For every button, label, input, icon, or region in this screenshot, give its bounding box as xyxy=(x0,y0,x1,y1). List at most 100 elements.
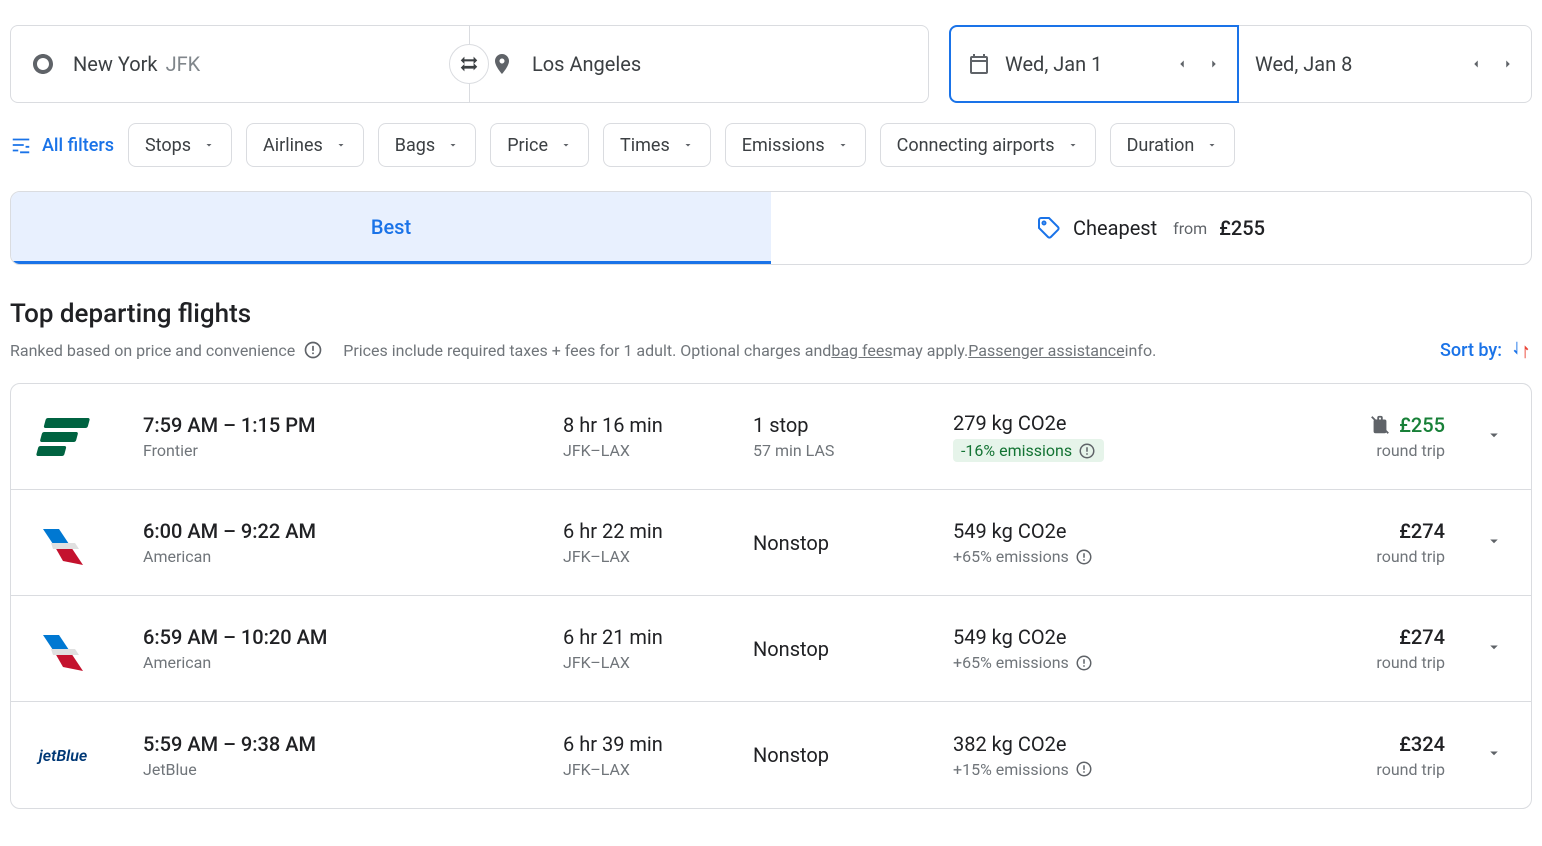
expand-button[interactable] xyxy=(1485,426,1503,448)
chevron-down-icon xyxy=(203,139,215,151)
emissions-delta: +65% emissions xyxy=(953,653,1093,672)
chevron-down-icon xyxy=(682,139,694,151)
flight-price: £274 xyxy=(1285,625,1445,649)
tab-cheapest[interactable]: Cheapest from £255 xyxy=(771,192,1531,264)
trip-type: round trip xyxy=(1285,760,1445,779)
filter-chip-label: Connecting airports xyxy=(897,135,1055,156)
expand-button[interactable] xyxy=(1485,744,1503,766)
chevron-down-icon xyxy=(560,139,572,151)
filter-chip-bags[interactable]: Bags xyxy=(378,123,476,167)
filter-chip-times[interactable]: Times xyxy=(603,123,711,167)
info-icon[interactable] xyxy=(1075,760,1093,778)
flight-row[interactable]: 7:59 AM – 1:15 PMFrontier8 hr 16 minJFK–… xyxy=(11,384,1531,490)
chevron-down-icon xyxy=(447,139,459,151)
all-filters-label: All filters xyxy=(42,135,114,156)
chevron-down-icon xyxy=(1485,638,1503,656)
prices-text-3: info. xyxy=(1125,341,1157,360)
sort-tabs: Best Cheapest from £255 xyxy=(10,191,1532,265)
airline-logo-american xyxy=(41,521,85,565)
flight-route: JFK–LAX xyxy=(563,441,753,460)
filter-chip-label: Bags xyxy=(395,135,435,156)
return-prev-icon[interactable] xyxy=(1469,57,1483,71)
sort-icon xyxy=(1510,339,1532,361)
flight-co2: 549 kg CO2e xyxy=(953,519,1183,543)
chevron-down-icon xyxy=(1485,426,1503,444)
filter-chip-label: Stops xyxy=(145,135,191,156)
airline-logo-frontier xyxy=(36,418,90,456)
filter-chip-price[interactable]: Price xyxy=(490,123,589,167)
tab-cheapest-from: from xyxy=(1173,219,1207,238)
depart-next-icon[interactable] xyxy=(1207,57,1221,71)
chevron-down-icon xyxy=(1485,532,1503,550)
flight-row[interactable]: 6:00 AM – 9:22 AMAmerican6 hr 22 minJFK–… xyxy=(11,490,1531,596)
flight-times: 6:59 AM – 10:20 AM xyxy=(143,625,563,649)
flight-price: £324 xyxy=(1285,732,1445,756)
info-icon[interactable] xyxy=(1075,548,1093,566)
flight-route: JFK–LAX xyxy=(563,653,753,672)
airline-name: American xyxy=(143,653,563,672)
origin-input[interactable]: New York JFK xyxy=(10,25,470,103)
depart-date-text: Wed, Jan 1 xyxy=(1005,52,1155,76)
flight-stops: Nonstop xyxy=(753,531,953,555)
flight-times: 6:00 AM – 9:22 AM xyxy=(143,519,563,543)
depart-prev-icon[interactable] xyxy=(1175,57,1189,71)
expand-button[interactable] xyxy=(1485,638,1503,660)
sort-by-button[interactable]: Sort by: xyxy=(1440,339,1532,361)
flight-co2: 382 kg CO2e xyxy=(953,732,1183,756)
filter-chip-stops[interactable]: Stops xyxy=(128,123,232,167)
flight-duration: 6 hr 22 min xyxy=(563,519,753,543)
sort-by-label: Sort by: xyxy=(1440,340,1502,361)
bag-fees-link[interactable]: bag fees xyxy=(831,341,892,360)
origin-text: New York xyxy=(73,52,158,76)
info-icon[interactable] xyxy=(1075,654,1093,672)
airline-name: American xyxy=(143,547,563,566)
chevron-down-icon xyxy=(335,139,347,151)
swap-icon xyxy=(458,53,480,75)
info-icon[interactable] xyxy=(1078,442,1096,460)
flight-price: £255 xyxy=(1285,413,1445,437)
tag-icon xyxy=(1037,216,1061,240)
info-icon[interactable] xyxy=(303,340,323,360)
flight-stops: Nonstop xyxy=(753,637,953,661)
return-date-text: Wed, Jan 8 xyxy=(1255,52,1449,76)
subhead-row: Ranked based on price and convenience Pr… xyxy=(10,339,1532,361)
flight-times: 7:59 AM – 1:15 PM xyxy=(143,413,563,437)
filter-chip-emissions[interactable]: Emissions xyxy=(725,123,866,167)
return-date-input[interactable]: Wed, Jan 8 xyxy=(1239,25,1532,103)
filter-chip-label: Airlines xyxy=(263,135,323,156)
filter-chip-duration[interactable]: Duration xyxy=(1110,123,1236,167)
calendar-icon xyxy=(967,52,991,76)
tab-best[interactable]: Best xyxy=(11,192,771,264)
search-row: New York JFK Los Angeles Wed, Jan 1 Wed,… xyxy=(10,25,1532,103)
flight-row[interactable]: jetBlue5:59 AM – 9:38 AMJetBlue6 hr 39 m… xyxy=(11,702,1531,808)
trip-origin-icon xyxy=(31,52,55,76)
passenger-assistance-link[interactable]: Passenger assistance xyxy=(968,341,1124,360)
chevron-down-icon xyxy=(1485,744,1503,762)
trip-type: round trip xyxy=(1285,441,1445,460)
swap-button[interactable] xyxy=(449,44,489,84)
depart-date-input[interactable]: Wed, Jan 1 xyxy=(949,25,1239,103)
chevron-down-icon xyxy=(837,139,849,151)
tab-cheapest-label: Cheapest xyxy=(1073,216,1157,240)
flight-duration: 6 hr 39 min xyxy=(563,732,753,756)
trip-type: round trip xyxy=(1285,547,1445,566)
ranked-text: Ranked based on price and convenience xyxy=(10,341,295,360)
airline-logo-american xyxy=(41,627,85,671)
airline-logo-jetblue: jetBlue xyxy=(39,746,87,765)
filter-chip-label: Duration xyxy=(1127,135,1195,156)
tab-cheapest-price: £255 xyxy=(1219,216,1265,240)
page-heading: Top departing flights xyxy=(10,299,1532,329)
flight-row[interactable]: 6:59 AM – 10:20 AMAmerican6 hr 21 minJFK… xyxy=(11,596,1531,702)
date-group: Wed, Jan 1 Wed, Jan 8 xyxy=(949,25,1532,103)
flight-price: £274 xyxy=(1285,519,1445,543)
emissions-delta: +65% emissions xyxy=(953,547,1093,566)
filter-chip-connecting-airports[interactable]: Connecting airports xyxy=(880,123,1096,167)
destination-input[interactable]: Los Angeles xyxy=(469,25,929,103)
flight-co2: 279 kg CO2e xyxy=(953,411,1183,435)
return-next-icon[interactable] xyxy=(1501,57,1515,71)
filter-chip-airlines[interactable]: Airlines xyxy=(246,123,364,167)
all-filters-button[interactable]: All filters xyxy=(10,134,114,156)
filter-chip-label: Emissions xyxy=(742,135,825,156)
destination-text: Los Angeles xyxy=(532,52,641,76)
expand-button[interactable] xyxy=(1485,532,1503,554)
